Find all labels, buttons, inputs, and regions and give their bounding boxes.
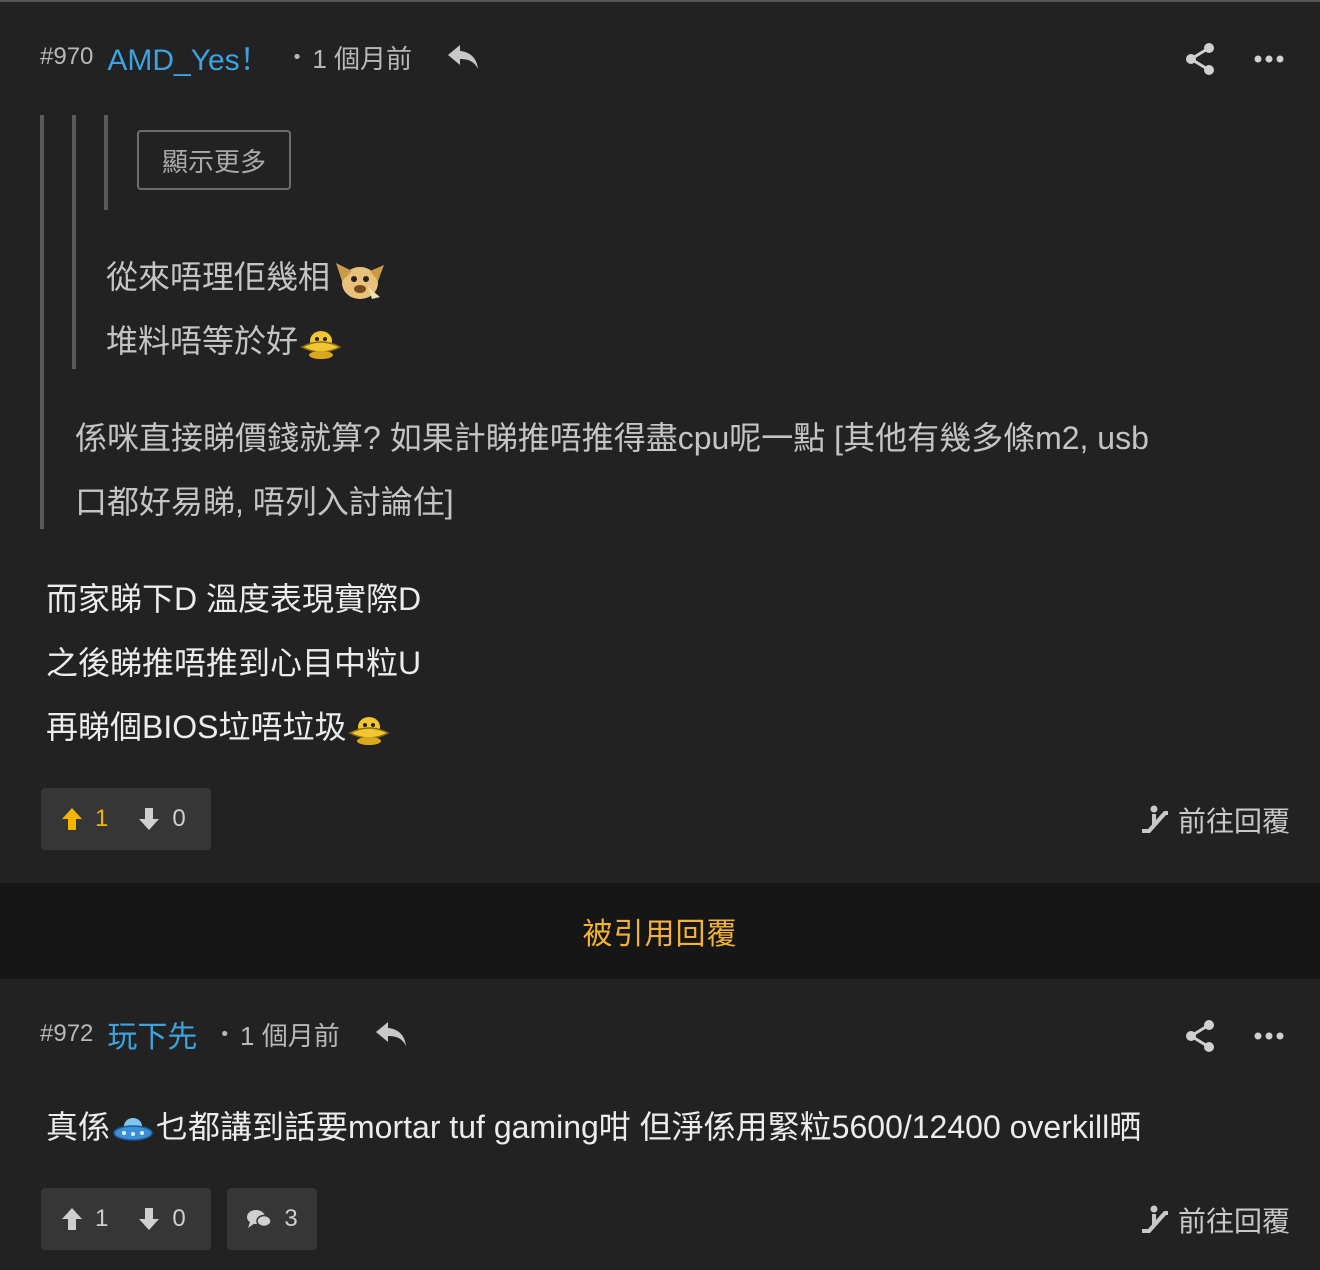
vote-box: 1 0	[41, 1188, 211, 1250]
upvote-count: 1	[95, 1205, 109, 1232]
quote-bar-level2	[72, 115, 76, 369]
body-line-3: 再睇個BIOS垃唔垃圾	[46, 702, 391, 748]
nested-quote-text-2: 堆料唔等於好	[106, 323, 299, 359]
quote-bar-level1	[40, 115, 44, 529]
more-options-icon[interactable]	[1254, 1031, 1284, 1041]
body-line-1: 而家睇下D 溫度表現實際D	[46, 581, 422, 617]
separator-dot: •	[291, 46, 303, 68]
upvote-button[interactable]: 1	[61, 805, 108, 833]
downvote-count: 0	[172, 805, 186, 832]
more-options-icon[interactable]	[1254, 54, 1284, 64]
dog-emoji-icon	[336, 262, 385, 299]
quote-line-1: 係咪直接睇價錢就算? 如果計睇推唔推得盡cpu呢一點 [其他有幾多條m2, us…	[75, 420, 1149, 456]
show-more-button[interactable]: 顯示更多	[137, 130, 291, 190]
share-icon[interactable]	[1184, 42, 1216, 76]
ufo-emoji-icon	[113, 1117, 153, 1141]
post-number: #972	[40, 1020, 94, 1047]
goto-reply-link[interactable]: 前往回覆	[1140, 800, 1290, 840]
reply-icon[interactable]	[374, 1019, 408, 1049]
quoted-replies-label: 被引用回覆	[582, 918, 738, 951]
arrow-down-icon	[139, 808, 160, 830]
username-link[interactable]: 玩下先	[107, 1012, 197, 1056]
share-icon[interactable]	[1184, 1019, 1216, 1053]
post-972: #972 玩下先 • 1 個月前 真係 乜都講到話要mortar tuf gam…	[0, 980, 1320, 1270]
post-time: 1 個月前	[240, 1020, 340, 1051]
body-text-part1: 真係	[46, 1109, 111, 1145]
nested-quote-text-1: 從來唔理佢幾相	[106, 259, 331, 295]
vote-box: 1 0	[41, 788, 211, 850]
escalator-icon	[1141, 805, 1168, 833]
post-970: #970 AMD_Yes！ • 1 個月前 顯示更多 從來唔理佢幾相 堆料唔等於…	[0, 0, 1320, 882]
goto-reply-label: 前往回覆	[1177, 806, 1290, 837]
nested-quote-line-1: 從來唔理佢幾相	[106, 252, 388, 303]
downvote-button[interactable]: 0	[138, 1205, 186, 1233]
post-number: #970	[40, 43, 94, 70]
nested-quote-line-2: 堆料唔等於好	[106, 316, 342, 362]
post-time: 1 個月前	[312, 43, 412, 74]
reply-icon[interactable]	[446, 42, 480, 72]
goto-reply-label: 前往回覆	[1177, 1206, 1290, 1237]
body-line-1: 真係 乜都講到話要mortar tuf gaming咁 但淨係用緊粒5600/1…	[46, 1102, 1141, 1148]
post-header: #970 AMD_Yes！ • 1 個月前	[40, 37, 480, 77]
duck-emoji-icon	[348, 716, 391, 745]
comments-button[interactable]: 3	[227, 1188, 317, 1250]
body-line-3-text: 再睇個BIOS垃唔垃圾	[46, 709, 347, 745]
username-link[interactable]: AMD_Yes！	[107, 35, 269, 79]
body-line-2: 之後睇推唔推到心目中粒U	[46, 645, 422, 681]
post-header: #972 玩下先 • 1 個月前	[40, 1014, 408, 1054]
comment-bubble-icon	[247, 1210, 273, 1228]
escalator-icon	[1141, 1205, 1168, 1233]
arrow-up-icon	[62, 1208, 82, 1230]
upvote-count: 1	[95, 805, 109, 832]
duck-emoji-icon	[300, 330, 342, 359]
upvote-button[interactable]: 1	[61, 1205, 108, 1233]
goto-reply-link[interactable]: 前往回覆	[1140, 1200, 1290, 1240]
separator-dot: •	[219, 1023, 231, 1045]
quote-line-2: 口都好易睇, 唔列入討論住]	[75, 484, 454, 520]
comment-count: 3	[284, 1205, 298, 1232]
arrow-down-icon	[139, 1208, 160, 1230]
quote-bar-level3	[104, 115, 108, 210]
quoted-replies-tab[interactable]: 被引用回覆	[0, 883, 1320, 979]
arrow-up-icon	[62, 808, 82, 830]
downvote-button[interactable]: 0	[138, 805, 186, 833]
body-text-part2: 乜都講到話要mortar tuf gaming咁 但淨係用緊粒5600/1240…	[156, 1109, 1142, 1145]
downvote-count: 0	[172, 1205, 186, 1232]
